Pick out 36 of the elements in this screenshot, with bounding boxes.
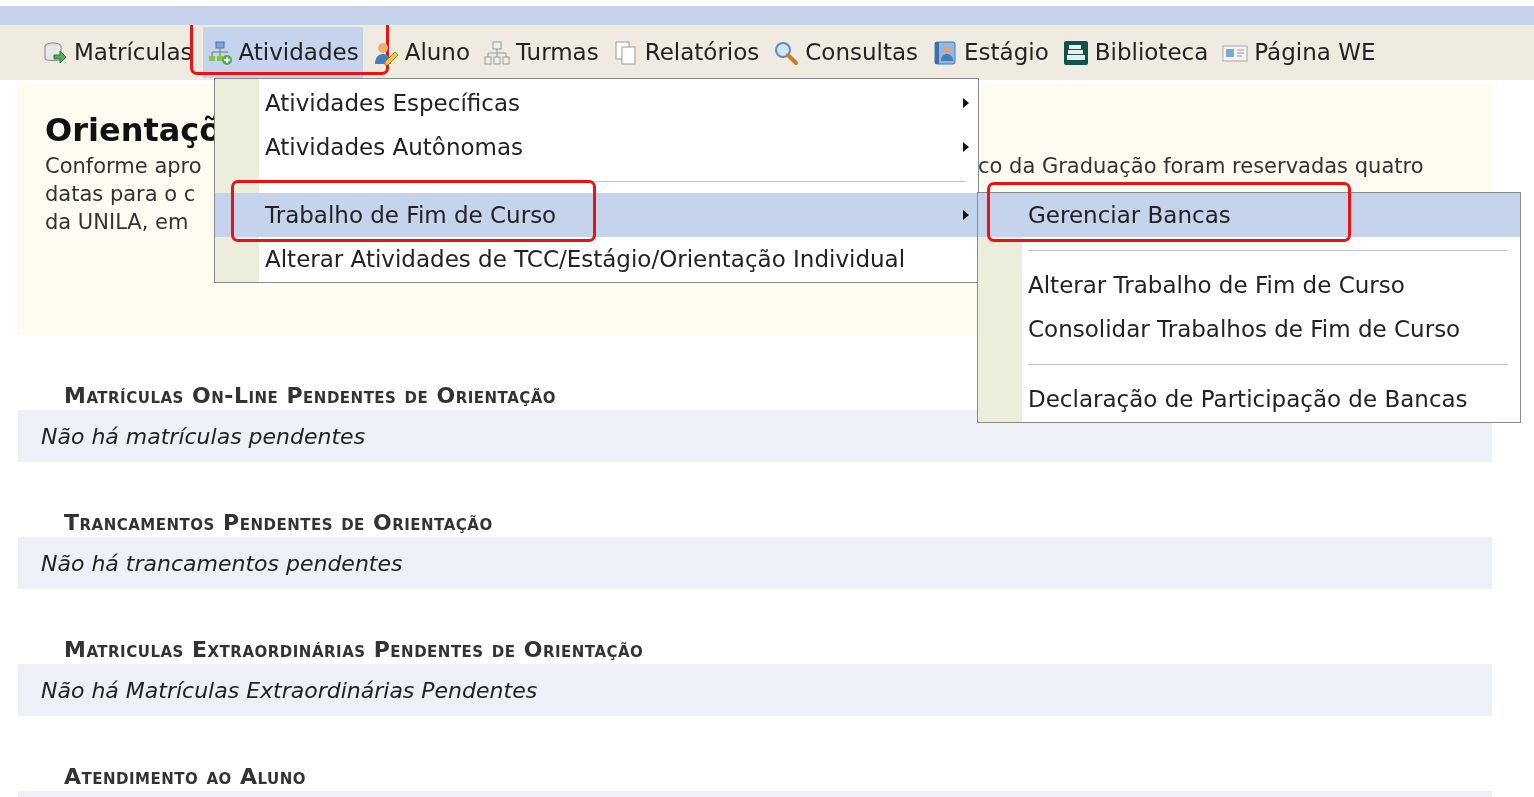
caret-right-icon: [962, 141, 970, 153]
section-heading: Matriculas Extraordinárias Pendentes de Orientação: [64, 635, 644, 664]
menu-tab[interactable]: Matrículas: [38, 27, 197, 78]
menu-tab[interactable]: Estágio: [928, 27, 1053, 78]
intro-text: da UNILA, em: [45, 209, 190, 236]
documents-icon: [612, 39, 639, 66]
menu-item[interactable]: Alterar Trabalho de Fim de Curso: [978, 263, 1520, 307]
books-icon: [1062, 39, 1089, 66]
menu-tab[interactable]: Consultas: [769, 27, 923, 78]
intro-text: co da Graduação foram reservadas quatro: [978, 153, 1424, 180]
menu-item[interactable]: Consolidar Trabalhos de Fim de Curso: [978, 307, 1520, 351]
hierarchy-icon: [484, 39, 511, 66]
menu-item[interactable]: Alterar Atividades de TCC/Estágio/Orientação Individual: [215, 237, 978, 281]
database-arrow-icon: [42, 39, 68, 66]
empty-message: Não há Matrículas Extraordinárias Pendentes: [41, 676, 538, 705]
menu-tab[interactable]: Atividades: [202, 27, 363, 78]
menu-tab[interactable]: Aluno: [368, 27, 475, 78]
menu-item[interactable]: Trabalho de Fim de Curso: [215, 193, 978, 237]
menu-tab[interactable]: Página WE: [1218, 27, 1380, 78]
search-icon: [773, 39, 800, 66]
menu-tab[interactable]: Biblioteca: [1058, 27, 1213, 78]
menu-tab[interactable]: Turmas: [480, 27, 603, 78]
section-heading: Trancamentos Pendentes de Orientação: [64, 508, 493, 537]
intro-text: Conforme apro: [45, 153, 203, 180]
network-plus-icon: [206, 39, 233, 66]
section-heading: Atendimento ao Aluno: [64, 762, 306, 791]
menu-tab[interactable]: Relatórios: [608, 27, 764, 78]
caret-right-icon: [962, 209, 970, 221]
section-heading: Matrículas On-Line Pendentes de Orientação: [64, 381, 557, 410]
empty-message: Não há trancamentos pendentes: [41, 549, 403, 578]
empty-message: Não há matrículas pendentes: [41, 422, 366, 451]
intro-text: datas para o c: [45, 181, 197, 208]
menu-item[interactable]: Declaração de Participação de Bancas: [978, 377, 1520, 421]
menu-item[interactable]: Gerenciar Bancas: [978, 193, 1520, 237]
contact-book-icon: [932, 39, 959, 66]
caret-right-icon: [962, 97, 970, 109]
